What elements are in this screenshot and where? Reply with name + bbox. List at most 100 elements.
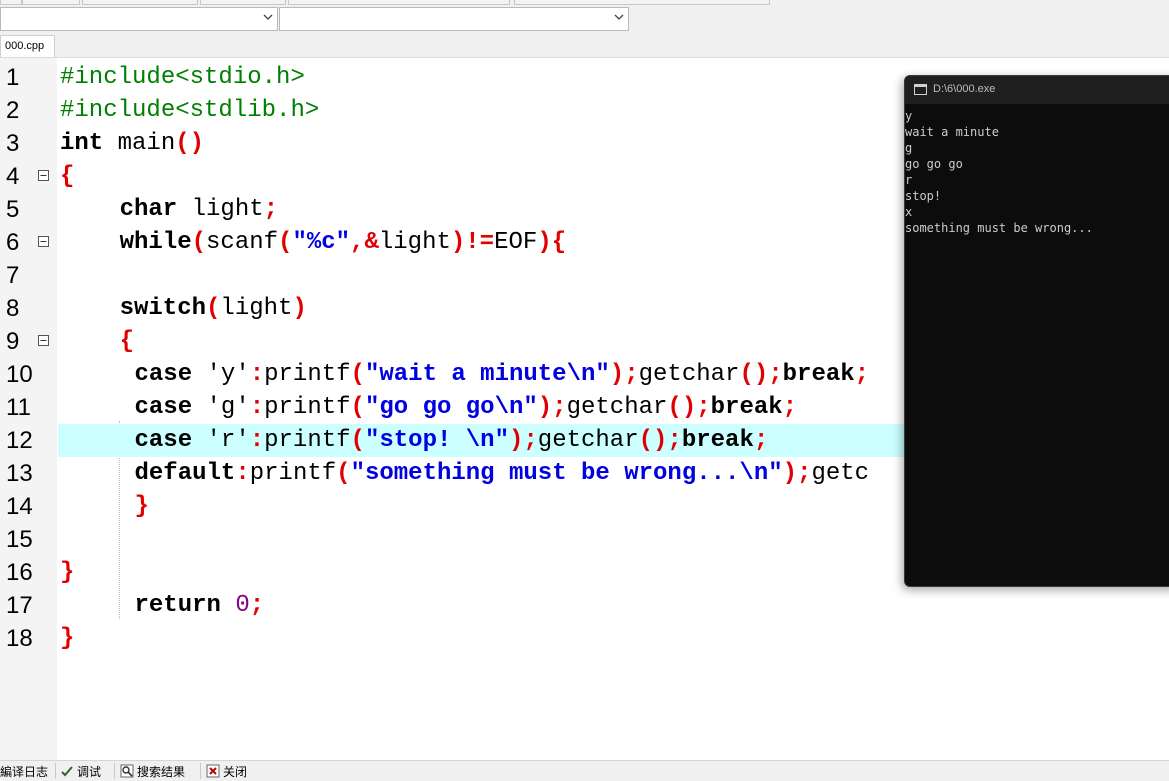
code-token: break bbox=[782, 361, 855, 388]
code-token: ( bbox=[350, 394, 365, 421]
console-line: go go go bbox=[905, 157, 963, 171]
code-text: } bbox=[60, 622, 74, 655]
toolbar-segment[interactable] bbox=[22, 0, 80, 5]
console-output: y wait a minute g go go go r stop! x something … bbox=[905, 108, 1093, 236]
code-token: printf bbox=[264, 394, 351, 421]
line-number: 5 bbox=[6, 196, 20, 223]
tab-debug[interactable]: 调试 bbox=[60, 763, 101, 779]
tab-compile-log[interactable]: 編译日志 bbox=[0, 763, 48, 779]
line-number: 18 bbox=[6, 625, 33, 652]
code-token: getchar bbox=[638, 361, 740, 388]
line-number: 6 bbox=[6, 229, 20, 256]
code-text: while(scanf("%c",&light)!=EOF){ bbox=[120, 226, 567, 259]
code-token: while bbox=[119, 229, 192, 256]
tab-divider bbox=[114, 763, 115, 779]
toolbar-segment[interactable] bbox=[0, 0, 22, 5]
code-token: 'y' bbox=[192, 361, 250, 388]
code-line[interactable]: 18} bbox=[0, 622, 1169, 655]
tab-label: 调试 bbox=[77, 765, 102, 779]
code-token: scanf bbox=[206, 229, 279, 256]
toolbar-strip bbox=[0, 0, 770, 5]
code-token: printf bbox=[264, 361, 351, 388]
code-token: } bbox=[134, 493, 149, 520]
console-line: r bbox=[905, 173, 913, 187]
code-token: ); bbox=[782, 460, 812, 487]
code-token: break bbox=[681, 427, 754, 454]
toolbar-segment[interactable] bbox=[200, 0, 286, 5]
code-token: char bbox=[119, 196, 178, 223]
class-combo[interactable] bbox=[0, 7, 278, 31]
code-token: light bbox=[177, 196, 264, 223]
code-token: ( bbox=[336, 460, 351, 487]
code-token: 'g' bbox=[192, 394, 250, 421]
code-token: printf bbox=[249, 460, 337, 487]
toolbar-segment[interactable] bbox=[514, 0, 770, 5]
code-text: } bbox=[135, 490, 149, 523]
line-number: 8 bbox=[6, 295, 20, 322]
code-token: ; bbox=[249, 592, 265, 619]
line-number: 2 bbox=[6, 97, 20, 124]
code-text: #include<stdio.h> bbox=[60, 61, 305, 94]
code-token: default bbox=[134, 460, 236, 487]
code-token: ; bbox=[753, 427, 769, 454]
code-token: break bbox=[710, 394, 783, 421]
fold-toggle-icon[interactable] bbox=[38, 170, 49, 181]
code-token: { bbox=[60, 163, 75, 190]
code-token: case bbox=[134, 427, 193, 454]
code-token: ){ bbox=[537, 229, 567, 256]
code-token: ( bbox=[206, 295, 221, 322]
tab-close[interactable]: 关闭 bbox=[206, 763, 247, 779]
member-combo[interactable] bbox=[279, 7, 629, 31]
code-token: "stop! \n" bbox=[364, 427, 509, 454]
code-token: ; bbox=[854, 361, 870, 388]
line-number: 10 bbox=[6, 361, 33, 388]
code-token: return bbox=[134, 592, 221, 619]
console-app-icon bbox=[914, 84, 927, 95]
code-token: } bbox=[60, 625, 75, 652]
fold-toggle-icon[interactable] bbox=[38, 236, 49, 247]
console-line: stop! bbox=[905, 189, 942, 203]
toolbar-segment[interactable] bbox=[82, 0, 198, 5]
code-token: getchar bbox=[566, 394, 668, 421]
code-token: "wait a minute\n" bbox=[364, 361, 610, 388]
bottom-panel-tabs: 編译日志 调试 搜索结果 关闭 bbox=[0, 760, 1169, 779]
code-token: 0 bbox=[235, 592, 250, 619]
fold-toggle-icon[interactable] bbox=[38, 335, 49, 346]
code-token: () bbox=[175, 130, 205, 157]
code-line[interactable]: 17 return 0; bbox=[0, 589, 1169, 622]
line-number: 1 bbox=[6, 64, 20, 91]
code-text: } bbox=[60, 556, 74, 589]
editor-tab-bar: 000.cpp bbox=[0, 35, 1169, 58]
code-token: getc bbox=[811, 460, 870, 487]
tab-file[interactable]: 000.cpp bbox=[0, 35, 55, 57]
code-text: #include<stdlib.h> bbox=[60, 94, 319, 127]
code-token: )!= bbox=[450, 229, 495, 256]
toolbar-segment[interactable] bbox=[288, 0, 510, 5]
code-token: main bbox=[103, 130, 176, 157]
code-token: { bbox=[119, 328, 134, 355]
tab-search-results[interactable]: 搜索结果 bbox=[120, 763, 185, 779]
code-token: (); bbox=[638, 427, 682, 454]
line-number: 4 bbox=[6, 163, 20, 190]
code-text: char light; bbox=[120, 193, 278, 226]
tab-divider bbox=[55, 763, 56, 779]
close-icon bbox=[206, 764, 220, 778]
code-token: #include<stdio.h> bbox=[60, 64, 305, 91]
code-token: "%c" bbox=[292, 229, 351, 256]
line-number: 7 bbox=[6, 262, 20, 289]
code-token: } bbox=[60, 559, 75, 586]
code-token: switch bbox=[119, 295, 207, 322]
console-titlebar[interactable]: D:\6\000.exe bbox=[905, 76, 1169, 104]
code-token: 'r' bbox=[192, 427, 250, 454]
code-token: printf bbox=[264, 427, 351, 454]
code-text: case 'y':printf("wait a minute\n");getch… bbox=[135, 358, 870, 391]
code-token: ); bbox=[609, 361, 639, 388]
code-token: : bbox=[249, 361, 265, 388]
code-token: ); bbox=[537, 394, 567, 421]
code-text: int main() bbox=[60, 127, 204, 160]
line-number: 15 bbox=[6, 526, 33, 553]
chevron-down-icon bbox=[263, 12, 273, 22]
console-line: g bbox=[905, 141, 913, 155]
console-window[interactable]: D:\6\000.exe y wait a minute g go go go r sto… bbox=[904, 75, 1169, 587]
code-token: ; bbox=[782, 394, 798, 421]
